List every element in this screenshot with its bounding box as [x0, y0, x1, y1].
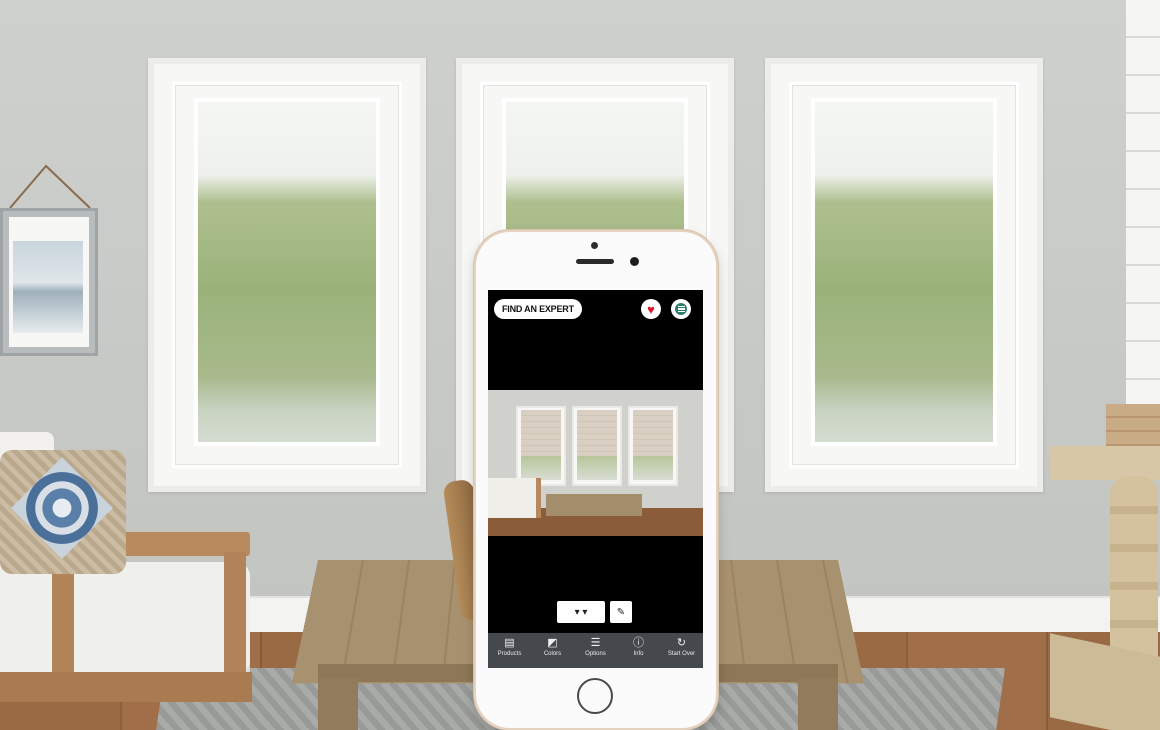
tab-label: Colors — [543, 651, 562, 657]
front-camera — [591, 242, 598, 249]
home-button[interactable] — [577, 678, 613, 714]
bottom-tab-bar: ▤ Products ◩ Colors ☰ Options ⓘ Info ↻ S… — [488, 633, 703, 668]
info-icon: ⓘ — [633, 637, 644, 649]
shiplap-wall — [1126, 0, 1160, 440]
products-icon: ▤ — [504, 637, 515, 649]
hamburger-menu-icon — [675, 303, 687, 315]
wooden-mantel — [1050, 446, 1160, 730]
throw-pillow — [0, 450, 126, 574]
window-right — [765, 58, 1043, 492]
proximity-sensor — [630, 257, 639, 266]
shade-position-tool-button[interactable]: ▾ ▾ — [557, 601, 605, 623]
find-an-expert-button[interactable]: FIND AN EXPERT — [494, 299, 582, 319]
tab-colors[interactable]: ◩ Colors — [533, 633, 573, 668]
palette-icon: ◩ — [547, 637, 558, 649]
tab-label: Start Over — [667, 651, 696, 657]
tab-info[interactable]: ⓘ Info — [619, 633, 659, 668]
app-screen: FIND AN EXPERT ♥ ▾ ▾ ✎ ▤ Products ◩ Colo… — [488, 290, 703, 668]
smartphone: FIND AN EXPERT ♥ ▾ ▾ ✎ ▤ Products ◩ Colo… — [476, 232, 716, 728]
wall-picture-frame — [0, 208, 98, 356]
shade-adjust-icon: ▾ ▾ — [574, 606, 588, 618]
tab-start-over[interactable]: ↻ Start Over — [662, 633, 702, 668]
tab-label: Options — [585, 651, 606, 657]
window-left — [148, 58, 426, 492]
tab-label: Info — [633, 651, 644, 657]
refresh-icon: ↻ — [676, 637, 687, 649]
tab-products[interactable]: ▤ Products — [490, 633, 530, 668]
earpiece-speaker — [576, 259, 614, 264]
favorites-button[interactable]: ♥ — [641, 299, 661, 319]
wand-icon: ✎ — [616, 606, 626, 618]
heart-icon: ♥ — [647, 301, 655, 317]
room-preview-image[interactable] — [488, 390, 703, 536]
frame-hanger-wire — [9, 164, 91, 209]
edit-tool-button[interactable]: ✎ — [610, 601, 632, 623]
tab-label: Products — [497, 651, 522, 657]
sliders-icon: ☰ — [590, 637, 601, 649]
tab-options[interactable]: ☰ Options — [576, 633, 616, 668]
menu-button[interactable] — [671, 299, 691, 319]
